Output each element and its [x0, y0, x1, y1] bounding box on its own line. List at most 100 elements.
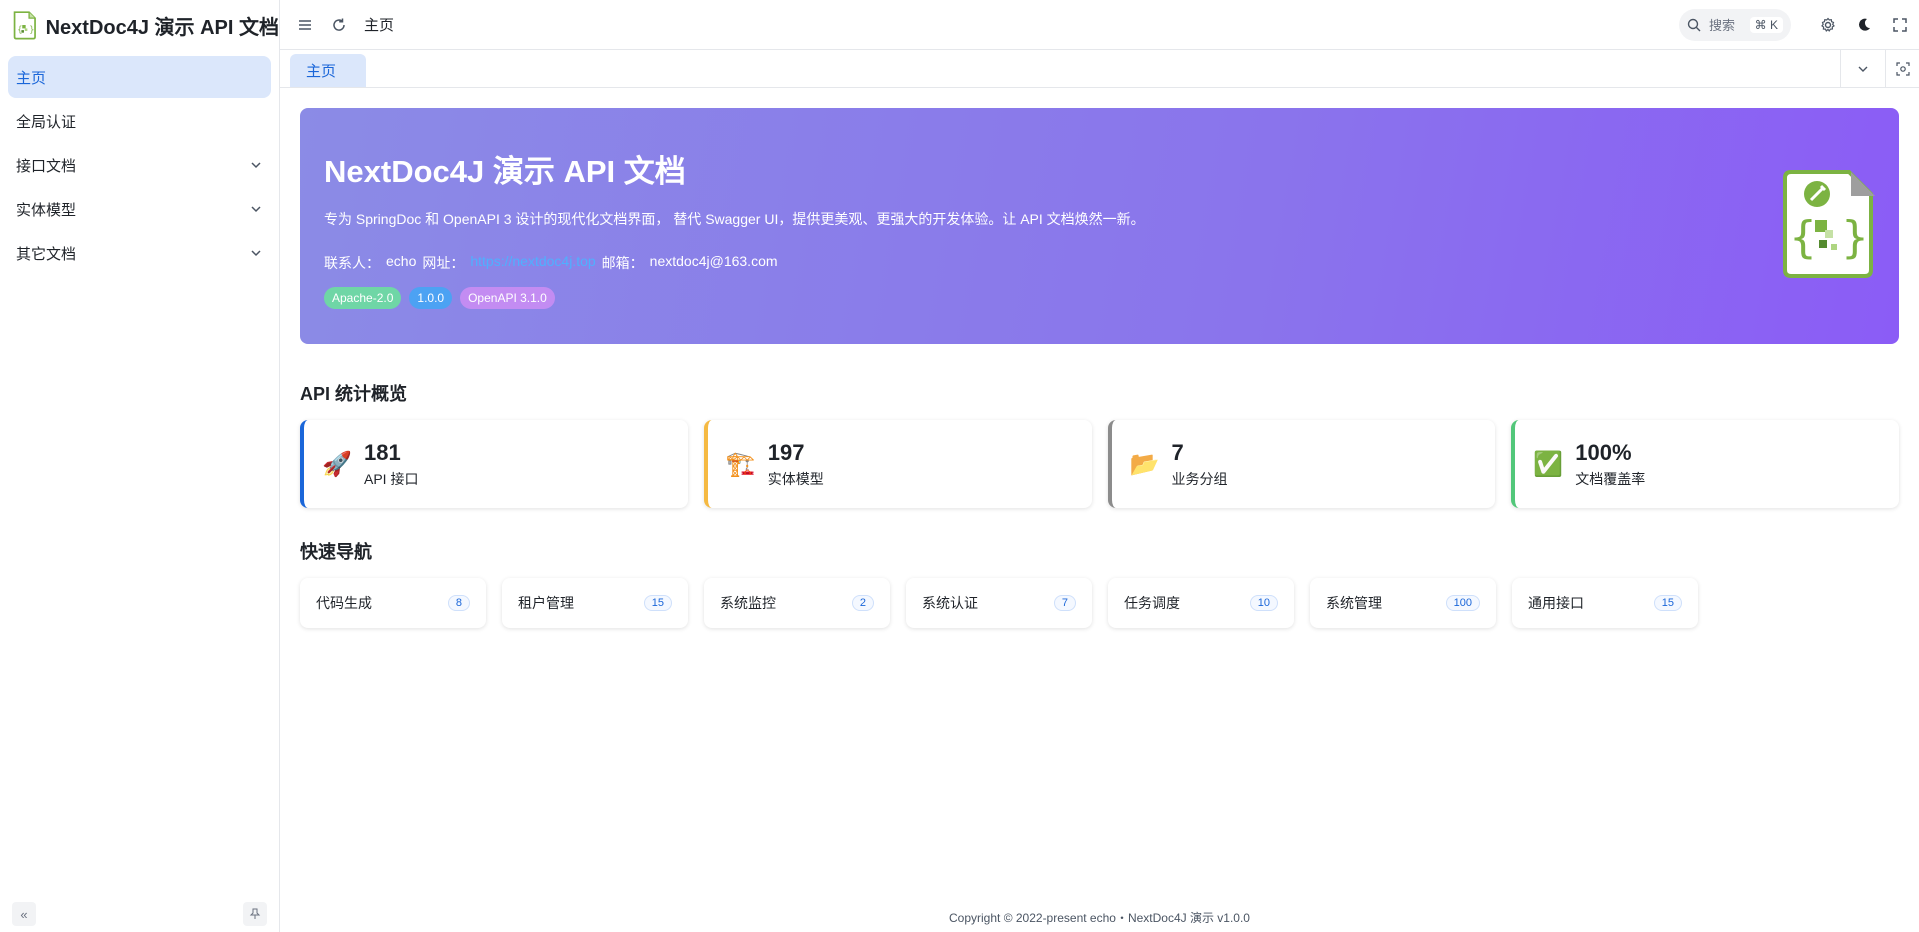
quicknav-label: 通用接口	[1528, 595, 1584, 611]
quicknav-card[interactable]: 系统管理 100	[1310, 578, 1496, 628]
sidebar-footer: «	[12, 902, 267, 926]
stat-card-models: 🏗️ 197 实体模型	[703, 420, 1092, 508]
count-badge: 100	[1445, 595, 1480, 611]
main-area: 主页 搜索 ⌘ K 主页 NextDoc4J 演示 API 文档 专为 Spri…	[280, 0, 1919, 932]
topbar: 主页 搜索 ⌘ K	[280, 0, 1919, 50]
count-badge: 15	[643, 595, 672, 611]
svg-text:}: }	[29, 26, 34, 36]
url-label: 网址：	[422, 255, 465, 271]
website-link[interactable]: https://nextdoc4j.top	[470, 253, 595, 273]
refresh-icon	[333, 18, 345, 31]
hero-title: NextDoc4J 演示 API 文档	[324, 154, 686, 189]
rocket-icon: 🚀	[322, 450, 352, 478]
breadcrumb: 主页	[364, 17, 395, 34]
contact-name: echo	[386, 253, 417, 269]
tab-dropdown-button[interactable]	[1840, 50, 1885, 87]
double-chevron-left-icon: «	[20, 906, 28, 922]
moon-icon	[1859, 18, 1870, 31]
stat-card-groups: 📂 7 业务分组	[1107, 420, 1496, 508]
construction-icon: 🏗️	[725, 450, 756, 478]
svg-text:}: }	[1841, 212, 1869, 263]
stat-label: 文档覆盖率	[1575, 471, 1646, 487]
quicknav-card[interactable]: 代码生成 8	[300, 578, 486, 628]
count-badge: 10	[1249, 595, 1278, 611]
quicknav-card[interactable]: 任务调度 10	[1108, 578, 1294, 628]
quicknav-label: 代码生成	[316, 595, 372, 611]
chevron-down-icon	[251, 250, 261, 257]
email-value: nextdoc4j@163.com	[649, 253, 778, 269]
svg-text:{: {	[1789, 212, 1817, 263]
count-badge: 15	[1653, 595, 1682, 611]
quicknav-card[interactable]: 系统认证 7	[906, 578, 1092, 628]
theme-toggle-button[interactable]	[1855, 16, 1873, 34]
contact-label: 联系人：	[324, 255, 380, 271]
version-badge: 1.0.0	[409, 287, 453, 309]
hero-contact: 联系人： echo 网址： https://nextdoc4j.top 邮箱： …	[324, 253, 1875, 273]
stat-value: 7	[1171, 440, 1184, 465]
hero-banner: NextDoc4J 演示 API 文档 专为 SpringDoc 和 OpenA…	[300, 108, 1899, 344]
focus-icon	[1895, 61, 1910, 76]
quicknav-label: 任务调度	[1124, 595, 1180, 611]
sidebar-item-label: 主页	[16, 69, 47, 87]
app-logo-icon: { }	[13, 11, 36, 40]
sidebar-item-home[interactable]: 主页	[8, 56, 271, 98]
count-badge: 7	[1053, 595, 1076, 611]
sidebar-item-entity-models[interactable]: 实体模型	[8, 188, 271, 230]
stat-label: 业务分组	[1171, 471, 1228, 487]
sidebar-item-api-docs[interactable]: 接口文档	[8, 144, 271, 186]
folder-icon: 📂	[1129, 450, 1160, 478]
stat-value: 100%	[1575, 440, 1632, 465]
sidebar-item-label: 全局认证	[16, 113, 77, 131]
sidebar-item-other-docs[interactable]: 其它文档	[8, 232, 271, 274]
stat-card-api: 🚀 181 API 接口	[300, 420, 688, 508]
app-root: { } NextDoc4J 演示 API 文档 主页 全局认证 接口文档 实体模…	[0, 0, 1919, 932]
chevron-down-icon	[251, 162, 261, 169]
sidebar-item-global-auth[interactable]: 全局认证	[8, 100, 271, 142]
tab-maximize-button[interactable]	[1885, 50, 1919, 87]
stat-label: 实体模型	[767, 471, 824, 487]
hero-description: 专为 SpringDoc 和 OpenAPI 3 设计的现代化文档界面， 替代 …	[324, 211, 1145, 227]
quicknav-card[interactable]: 通用接口 15	[1512, 578, 1698, 628]
sidebar: { } NextDoc4J 演示 API 文档 主页 全局认证 接口文档 实体模…	[0, 0, 280, 932]
count-badge: 2	[851, 595, 874, 611]
gear-icon	[1821, 17, 1835, 32]
openapi-badge: OpenAPI 3.1.0	[460, 287, 555, 309]
sidebar-item-label: 接口文档	[16, 157, 77, 175]
search-shortcut: ⌘ K	[1749, 16, 1783, 33]
svg-text:{: {	[17, 26, 22, 36]
collapse-sidebar-button[interactable]: «	[12, 902, 36, 926]
chevron-down-icon	[251, 206, 261, 213]
quicknav-card[interactable]: 租户管理 15	[502, 578, 688, 628]
license-badge: Apache-2.0	[324, 287, 402, 309]
quicknav-label: 系统管理	[1326, 595, 1382, 611]
fullscreen-button[interactable]	[1891, 16, 1909, 34]
app-title: NextDoc4J 演示 API 文档	[45, 16, 279, 39]
brand[interactable]: { } NextDoc4J 演示 API 文档	[0, 0, 279, 50]
count-badge: 8	[447, 595, 470, 611]
stat-value: 197	[767, 440, 805, 465]
stats-title: API 统计概览	[300, 384, 408, 404]
menu-toggle-button[interactable]	[296, 16, 314, 34]
stats-row: 🚀 181 API 接口 🏗️ 197 实体模型 📂 7 业务分组 ✅ 100%…	[300, 420, 1899, 508]
check-icon: ✅	[1533, 450, 1564, 478]
quicknav-label: 租户管理	[518, 595, 574, 611]
badge-row: Apache-2.0 1.0.0 OpenAPI 3.1.0	[324, 287, 1875, 309]
search-input[interactable]: 搜索 ⌘ K	[1679, 8, 1791, 41]
pin-sidebar-button[interactable]	[243, 902, 267, 926]
tab-home[interactable]: 主页	[290, 54, 366, 87]
footer: Copyright © 2022-present echo・NextDoc4J …	[949, 911, 1250, 925]
quicknav-label: 系统认证	[922, 595, 978, 611]
email-label: 邮箱：	[601, 255, 644, 271]
quicknav-label: 系统监控	[720, 595, 776, 611]
chevron-down-icon	[1858, 66, 1868, 72]
settings-button[interactable]	[1819, 16, 1837, 34]
search-placeholder: 搜索	[1709, 18, 1736, 33]
stat-label: API 接口	[364, 471, 419, 487]
refresh-button[interactable]	[330, 16, 348, 34]
quicknav-row: 代码生成 8 租户管理 15 系统监控 2 系统认证 7 任务调度 10 系统管…	[300, 578, 1899, 628]
quicknav-card[interactable]: 系统监控 2	[704, 578, 890, 628]
tab-bar: 主页	[280, 50, 1919, 88]
sidebar-item-label: 其它文档	[16, 245, 77, 263]
tab-label: 主页	[306, 63, 337, 80]
quicknav-title: 快速导航	[300, 542, 372, 562]
